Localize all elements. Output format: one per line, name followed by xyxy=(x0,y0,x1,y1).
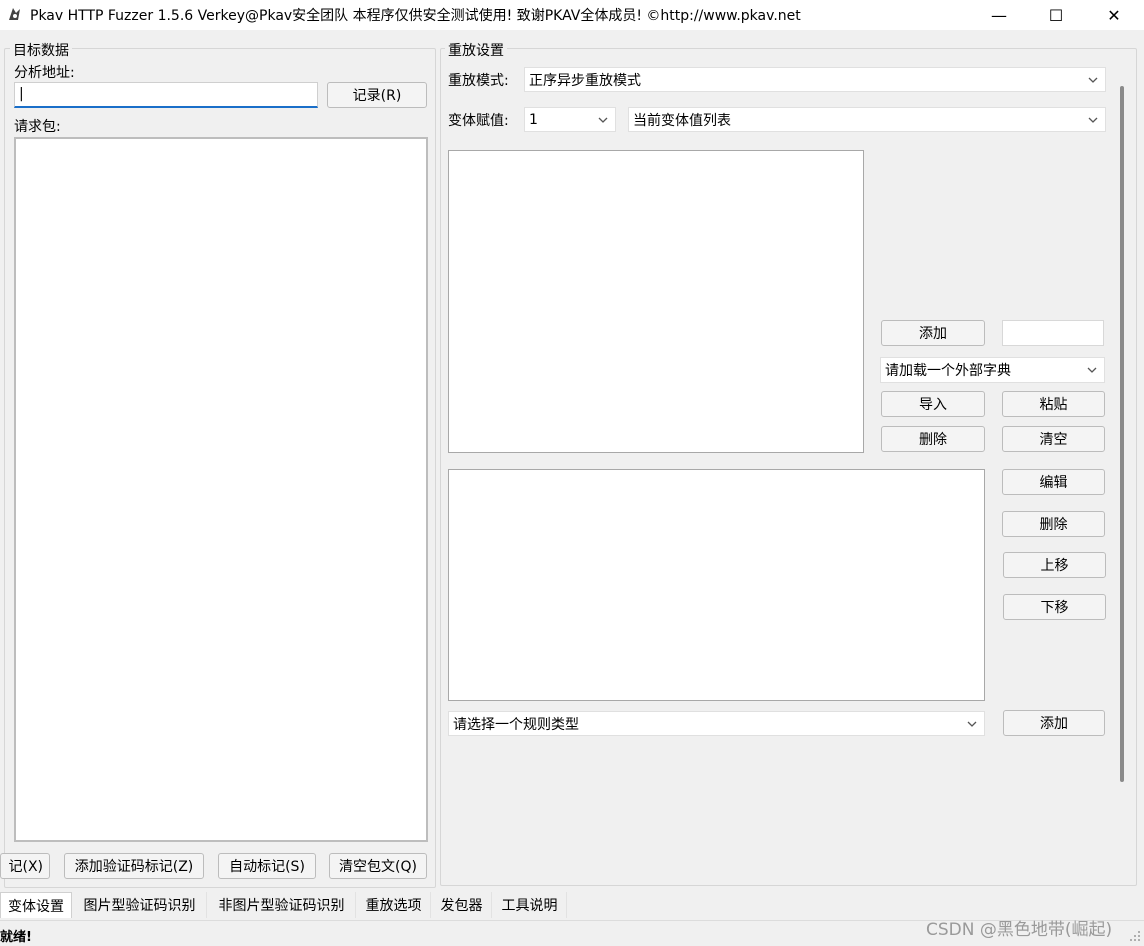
close-button[interactable]: ✕ xyxy=(1085,0,1143,30)
import-button[interactable]: 导入 xyxy=(881,391,985,417)
variable-assign-label: 变体赋值: xyxy=(448,113,509,129)
status-text: 就绪! xyxy=(0,930,32,945)
tab-variable-settings[interactable]: 变体设置 xyxy=(0,892,72,918)
scrollbar-thumb[interactable] xyxy=(1120,86,1124,782)
replay-mode-value: 正序异步重放模式 xyxy=(529,72,641,89)
rules-list[interactable] xyxy=(448,469,985,701)
variable-values-list[interactable] xyxy=(448,150,864,453)
minimize-button[interactable]: — xyxy=(970,0,1028,30)
app-logo-icon xyxy=(9,8,20,20)
clear-packet-button[interactable]: 清空包文(Q) xyxy=(329,853,427,879)
add-captcha-mark-button[interactable]: 添加验证码标记(Z) xyxy=(64,853,204,879)
tab-tool-help[interactable]: 工具说明 xyxy=(493,892,567,918)
clear-values-button[interactable]: 清空 xyxy=(1002,426,1105,452)
request-label: 请求包: xyxy=(14,119,61,135)
tab-non-image-captcha[interactable]: 非图片型验证码识别 xyxy=(208,892,356,918)
chevron-down-icon xyxy=(598,117,608,123)
variable-list-select[interactable]: 当前变体值列表 xyxy=(628,107,1106,132)
dictionary-select[interactable]: 请加载一个外部字典 xyxy=(880,357,1105,383)
window-title: Pkav HTTP Fuzzer 1.5.6 Verkey@Pkav安全团队 本… xyxy=(30,8,801,24)
variable-list-value: 当前变体值列表 xyxy=(633,112,731,129)
chevron-down-icon xyxy=(1088,77,1098,83)
target-data-legend: 目标数据 xyxy=(10,40,72,60)
add-rule-button[interactable]: 添加 xyxy=(1003,710,1105,736)
title-bar: Pkav HTTP Fuzzer 1.5.6 Verkey@Pkav安全团队 本… xyxy=(0,0,1144,30)
request-textarea[interactable] xyxy=(14,137,428,842)
rule-type-value: 请选择一个规则类型 xyxy=(453,716,579,733)
record-button[interactable]: 记录(R) xyxy=(327,82,427,108)
delete-value-button[interactable]: 删除 xyxy=(881,426,985,452)
address-label: 分析地址: xyxy=(14,65,75,81)
watermark-text: CSDN @黑色地带(崛起) xyxy=(926,920,1113,940)
add-value-input[interactable] xyxy=(1002,320,1104,346)
dictionary-select-value: 请加载一个外部字典 xyxy=(885,363,1011,379)
move-down-button[interactable]: 下移 xyxy=(1003,594,1106,620)
chevron-down-icon xyxy=(1087,367,1097,373)
status-bar: 就绪! CSDN @黑色地带(崛起) xyxy=(0,920,1144,946)
replay-settings-legend: 重放设置 xyxy=(445,40,507,60)
address-input[interactable]: | xyxy=(14,82,318,108)
chevron-down-icon xyxy=(1088,117,1098,123)
replay-mode-label: 重放模式: xyxy=(448,73,509,89)
auto-mark-button[interactable]: 自动标记(S) xyxy=(218,853,316,879)
tab-image-captcha[interactable]: 图片型验证码识别 xyxy=(73,892,207,918)
chevron-down-icon xyxy=(967,721,977,727)
edit-rule-button[interactable]: 编辑 xyxy=(1002,469,1105,495)
rule-type-select[interactable]: 请选择一个规则类型 xyxy=(448,711,985,736)
variable-assign-value: 1 xyxy=(529,111,538,128)
tab-replay-options[interactable]: 重放选项 xyxy=(357,892,431,918)
delete-rule-button[interactable]: 删除 xyxy=(1002,511,1105,537)
variable-assign-select[interactable]: 1 xyxy=(524,107,616,132)
move-up-button[interactable]: 上移 xyxy=(1003,552,1106,578)
maximize-button[interactable]: ☐ xyxy=(1027,0,1085,30)
tab-packet-sender[interactable]: 发包器 xyxy=(432,892,492,918)
mark-button[interactable]: 记(X) xyxy=(0,853,50,879)
resize-grip-icon[interactable] xyxy=(1128,929,1142,943)
add-value-button[interactable]: 添加 xyxy=(881,320,985,346)
replay-mode-select[interactable]: 正序异步重放模式 xyxy=(524,67,1106,92)
paste-button[interactable]: 粘贴 xyxy=(1002,391,1105,417)
